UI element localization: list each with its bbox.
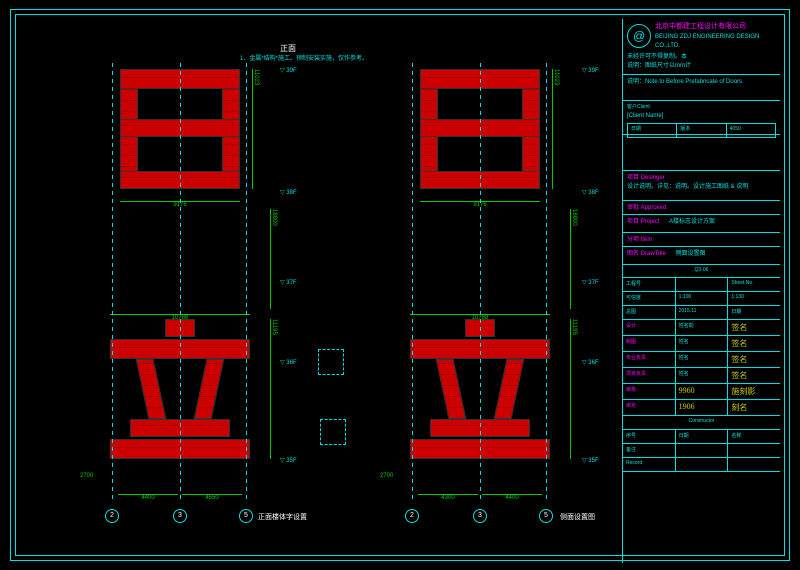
item-header: 分项 Item (627, 237, 652, 243)
client-value: [Client Name] (627, 112, 776, 121)
drawing-note: 1、金属*结构*施工。预制安装实施，仅作参考。 (240, 53, 368, 62)
cr1: 序号 (623, 430, 676, 443)
detail-view-1 (318, 349, 344, 375)
cont: Constructor (623, 416, 780, 429)
dim-gap-r: 18800 (570, 209, 577, 309)
level-39-l: 39F (280, 67, 297, 74)
level-35-r: 35F (582, 457, 599, 464)
n2: 姓名 (676, 336, 729, 351)
r1: 设计 (623, 320, 676, 335)
r6: 审定 (623, 400, 676, 415)
level-38-l: 38F (280, 189, 297, 196)
level-35-l: 35F (280, 457, 297, 464)
grid-3-l: 3 (173, 509, 187, 523)
level-36-r: 36F (582, 359, 599, 366)
tb-note3: 说明：Note to Before Prefabricate of Doors (623, 75, 780, 101)
s2: 1:130 (728, 292, 780, 305)
dim-grid1-l: 4400 (118, 494, 178, 501)
grid-2-l: 2 (105, 509, 119, 523)
s1: 1:100 (676, 292, 729, 305)
company-name-cn: 北京中都建工程设计有限公司 (655, 22, 776, 33)
dim-grid2-r: 4400 (482, 494, 542, 501)
sv6: 刻名 (728, 400, 780, 415)
d2: 2015.11 (676, 306, 729, 319)
label-view-left: 正面楼体字设置 (258, 512, 307, 522)
conf: 可信度 (623, 292, 676, 305)
r2: 制图 (623, 336, 676, 351)
r4: 项目负责 (623, 368, 676, 383)
title-value: 侧面设置图 (675, 251, 705, 257)
detail-view-2 (320, 419, 346, 445)
sv1: 签名 (728, 320, 780, 335)
cr3: 名称 (728, 430, 780, 443)
dim-li-height-r: 11195 (570, 319, 577, 459)
dim-ri-height-r: 11023 (552, 69, 559, 189)
title-header: 图名 DrawTitle (627, 251, 666, 257)
label-view-right: 侧面设置图 (560, 512, 595, 522)
level-37-l: 37F (280, 279, 297, 286)
c4: 1906 (676, 400, 729, 415)
level-38-r: 38F (582, 189, 599, 196)
tb-note1: 未经许可不得复制。本 (627, 53, 776, 62)
n3: 姓名 (676, 352, 729, 367)
company-logo-icon: @ (627, 24, 651, 48)
level-36-l: 36F (280, 359, 297, 366)
desc-text: 设计说明。详见：说明。设计施工图纸 & 说明 (627, 183, 776, 192)
drawing-canvas[interactable]: 正面 1、金属*结构*施工。预制安装实施，仅作参考。 9176 11023 91… (20, 19, 630, 563)
n4: 姓名 (676, 368, 729, 383)
project-header: 项目 Project (627, 219, 659, 225)
ph-l: 工程号 (623, 278, 676, 291)
dim-grid2-l: 4550 (182, 494, 242, 501)
c3: 9960 (676, 384, 729, 399)
sv2: 签名 (728, 336, 780, 351)
desc-header: 项目 Desinger (627, 174, 776, 183)
dim-off-l: 2700 (80, 473, 93, 479)
level-37-r: 37F (582, 279, 599, 286)
dim-off-r: 2700 (380, 473, 393, 479)
scale-label: Q3-06 (623, 265, 780, 278)
grid-5-l: 5 (239, 509, 253, 523)
level-39-r: 39F (582, 67, 599, 74)
r5: 审核 (623, 384, 676, 399)
title-block: @ 北京中都建工程设计有限公司 BEIJING ZDJ ENGINEERING … (622, 19, 780, 563)
dim-gap: 18800 (270, 209, 277, 309)
grid-2-r: 2 (405, 509, 419, 523)
grid-3-r: 3 (473, 509, 487, 523)
dim-li-height: 11195 (270, 319, 277, 459)
project-value: A楼标志设计方案 (669, 219, 715, 225)
n1: 姓名劭 (676, 320, 729, 335)
cr4: 备注 (623, 444, 676, 457)
r3: 专业负责 (623, 352, 676, 367)
cr5: Record (623, 458, 676, 471)
company-name-en: BEIJING ZDJ ENGINEERING DESIGN CO.,LTD. (655, 33, 776, 51)
sv4: 签名 (728, 368, 780, 383)
tb-note2: 说明：图纸尺寸以mm计 (627, 62, 776, 71)
dh: 日期 (728, 306, 780, 319)
approved-header: 审批 Approved (627, 205, 666, 211)
sv5: 施刻影 (728, 384, 780, 399)
ph-v: Sheet No. (728, 278, 780, 291)
dim-grid1-r: 4300 (418, 494, 478, 501)
grid-5-r: 5 (539, 509, 553, 523)
client-header: 客户Client (627, 104, 776, 112)
dim-ri-height: 11023 (252, 69, 259, 189)
sv3: 签名 (728, 352, 780, 367)
d1: 总图 (623, 306, 676, 319)
cr2: 日期 (676, 430, 729, 443)
